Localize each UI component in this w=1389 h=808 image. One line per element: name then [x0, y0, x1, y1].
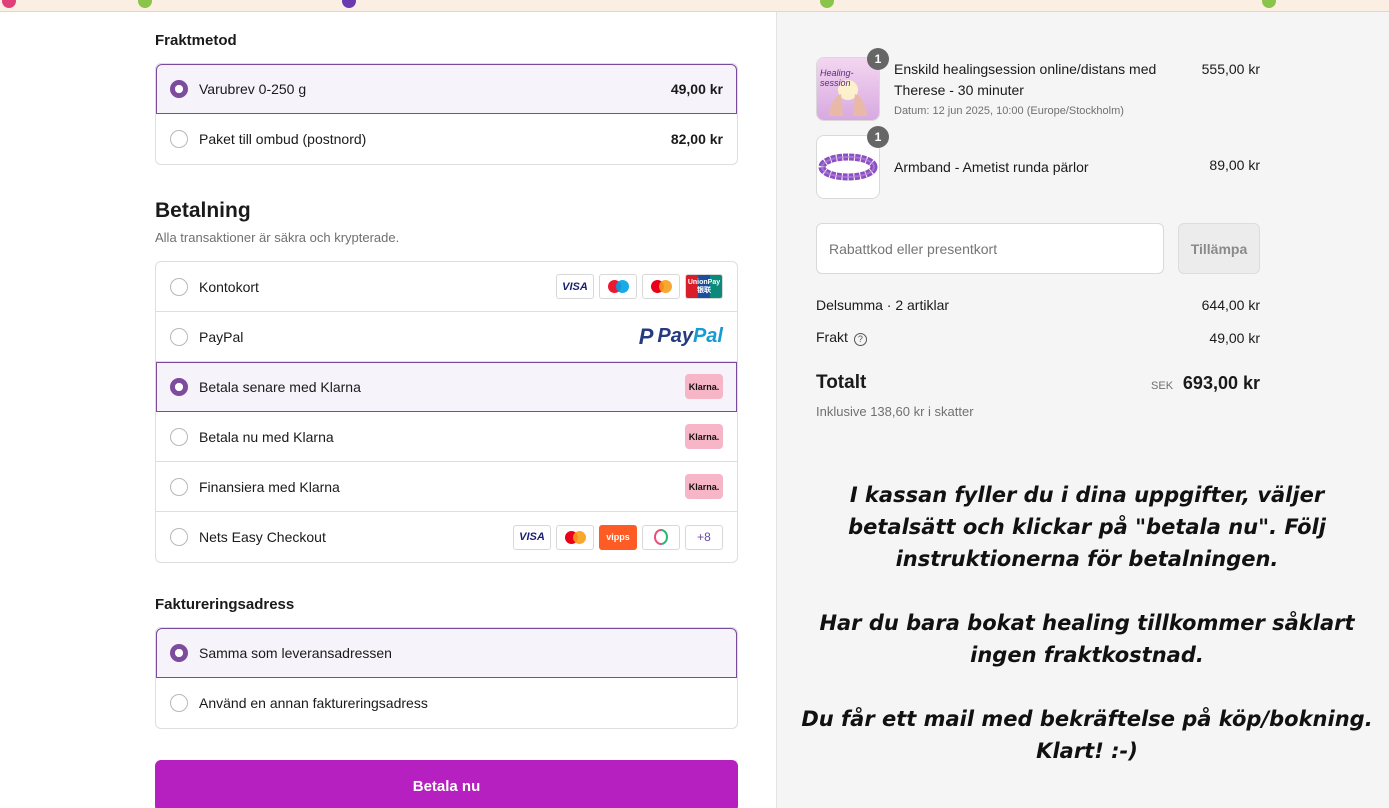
- total-value: 693,00 kr: [1182, 372, 1260, 393]
- total-label: Totalt: [816, 372, 867, 393]
- radio-icon[interactable]: [170, 130, 188, 148]
- radio-icon[interactable]: [170, 477, 188, 496]
- shipping-option-label: Paket till ombud (postnord): [199, 131, 367, 147]
- mastercard-icon: [556, 524, 594, 550]
- shipping-option-label: Varubrev 0-250 g: [199, 80, 307, 97]
- quantity-badge: 1: [867, 126, 889, 148]
- payment-option-paypal[interactable]: PayPal P PayPal: [156, 312, 737, 362]
- payment-option-label: Finansiera med Klarna: [199, 478, 340, 495]
- radio-selected-icon[interactable]: [170, 79, 188, 98]
- unionpay-icon: UnionPay 银联: [685, 274, 723, 299]
- instructions-text: I kassan fyller du i dina uppgifter, väl…: [797, 479, 1377, 799]
- billing-option-label: Samma som leveransadressen: [199, 644, 392, 661]
- product-thumbnail: Healing-session 1: [816, 48, 889, 121]
- klarna-icon: Klarna.: [685, 374, 723, 399]
- klarna-logos: Klarna.: [685, 474, 723, 499]
- subtotal-label: Delsumma · 2 artiklar: [816, 297, 950, 313]
- paypal-logo: P PayPal: [638, 323, 723, 349]
- payment-option-label: Betala senare med Klarna: [199, 378, 361, 395]
- tax-note: Inklusive 138,60 kr i skatter: [816, 404, 974, 419]
- more-methods-badge: +8: [685, 524, 723, 550]
- product-meta: Datum: 12 jun 2025, 10:00 (Europe/Stockh…: [894, 105, 1124, 117]
- payment-option-label: Kontokort: [199, 278, 259, 295]
- checkout-form: Fraktmetod Varubrev 0-250 g 49,00 kr Pak…: [0, 12, 776, 808]
- product-price: 555,00 kr: [1201, 61, 1260, 77]
- total-currency: SEK: [1151, 379, 1174, 392]
- billing-heading: Faktureringsadress: [155, 596, 295, 613]
- radio-selected-icon[interactable]: [170, 377, 188, 396]
- product-thumbnail: 1: [816, 126, 889, 199]
- payment-option-label: Betala nu med Klarna: [199, 428, 334, 445]
- radio-icon[interactable]: [170, 528, 188, 546]
- total-row: Totalt SEK 693,00 kr: [816, 372, 1260, 394]
- product-name: Enskild healingsession online/distans me…: [894, 61, 1157, 98]
- tab-icon: [2, 0, 16, 8]
- payment-option-label: PayPal: [199, 328, 244, 345]
- quantity-badge: 1: [867, 48, 889, 70]
- radio-icon[interactable]: [170, 327, 188, 346]
- billing-option-other[interactable]: Använd en annan faktureringsadress: [156, 678, 737, 728]
- shipping-row: Frakt? 49,00 kr: [816, 329, 1260, 346]
- tab-icon: [342, 0, 356, 8]
- shipping-value: 49,00 kr: [1209, 329, 1260, 346]
- klarna-icon: Klarna.: [685, 424, 723, 449]
- help-icon[interactable]: ?: [853, 333, 867, 346]
- shipping-label: Frakt: [816, 329, 848, 345]
- billing-option-same[interactable]: Samma som leveransadressen: [156, 628, 737, 678]
- tab-icon: [138, 0, 152, 8]
- payment-subtitle: Alla transaktioner är säkra och kryptera…: [155, 230, 400, 245]
- order-summary: Healing-session 1 Enskild healingsession…: [776, 12, 1389, 808]
- vipps-icon: vipps: [599, 524, 637, 550]
- discount-code-input[interactable]: [816, 223, 1164, 274]
- maestro-icon: [599, 274, 637, 299]
- shipping-option-paket[interactable]: Paket till ombud (postnord) 82,00 kr: [156, 114, 737, 164]
- thumbnail-caption: Healing-session: [820, 68, 854, 88]
- subtotal-value: 644,00 kr: [1201, 297, 1260, 313]
- radio-icon[interactable]: [170, 277, 188, 296]
- mastercard-icon: [642, 274, 680, 299]
- instruction-paragraph: Du får ett mail med bekräftelse på köp/b…: [801, 707, 1373, 763]
- tab-icon: [1262, 0, 1276, 8]
- instruction-paragraph: I kassan fyller du i dina uppgifter, väl…: [848, 483, 1326, 571]
- subtotal-row: Delsumma · 2 artiklar 644,00 kr: [816, 297, 1260, 313]
- payment-option-label: Nets Easy Checkout: [199, 529, 326, 545]
- radio-icon[interactable]: [170, 427, 188, 446]
- klarna-logos: Klarna.: [685, 424, 723, 449]
- billing-option-label: Använd en annan faktureringsadress: [199, 695, 428, 711]
- nets-logos: VISA vipps +8: [513, 524, 723, 550]
- radio-icon[interactable]: [170, 694, 188, 712]
- shipping-option-price: 49,00 kr: [670, 80, 723, 97]
- payment-option-klarna-later[interactable]: Betala senare med Klarna Klarna.: [156, 362, 737, 412]
- payment-option-klarna-now[interactable]: Betala nu med Klarna Klarna.: [156, 412, 737, 462]
- shipping-options: Varubrev 0-250 g 49,00 kr Paket till omb…: [155, 63, 738, 165]
- visa-icon: VISA: [556, 274, 594, 299]
- billing-options: Samma som leveransadressen Använd en ann…: [155, 627, 738, 729]
- payment-option-klarna-finance[interactable]: Finansiera med Klarna Klarna.: [156, 462, 737, 512]
- tab-icon: [820, 0, 834, 8]
- pay-now-button[interactable]: Betala nu: [155, 760, 738, 808]
- visa-icon: VISA: [513, 524, 551, 550]
- shipping-option-varubrev[interactable]: Varubrev 0-250 g 49,00 kr: [156, 64, 737, 114]
- payment-option-kontokort[interactable]: Kontokort VISA UnionPay 银联: [156, 262, 737, 312]
- product-name: Armband - Ametist runda pärlor: [894, 159, 1089, 175]
- radio-selected-icon[interactable]: [170, 643, 188, 662]
- paypal-icon: P: [638, 323, 654, 349]
- bracelet-image: [818, 153, 878, 181]
- shipping-option-price: 82,00 kr: [670, 131, 723, 147]
- payment-options: Kontokort VISA UnionPay 银联 PayPal P PayP…: [155, 261, 738, 563]
- product-price: 89,00 kr: [1209, 157, 1260, 173]
- shipping-heading: Fraktmetod: [155, 32, 237, 49]
- klarna-logos: Klarna.: [685, 374, 723, 399]
- payment-heading: Betalning: [155, 199, 251, 222]
- apply-discount-button[interactable]: Tillämpa: [1178, 223, 1260, 274]
- browser-top-strip: [0, 0, 1389, 12]
- payment-option-nets-easy[interactable]: Nets Easy Checkout VISA vipps +8: [156, 512, 737, 562]
- card-logos: VISA UnionPay 银联: [556, 274, 723, 299]
- instruction-paragraph: Har du bara bokat healing tillkommer såk…: [819, 611, 1355, 667]
- klarna-icon: Klarna.: [685, 474, 723, 499]
- mobilepay-icon: [642, 524, 680, 550]
